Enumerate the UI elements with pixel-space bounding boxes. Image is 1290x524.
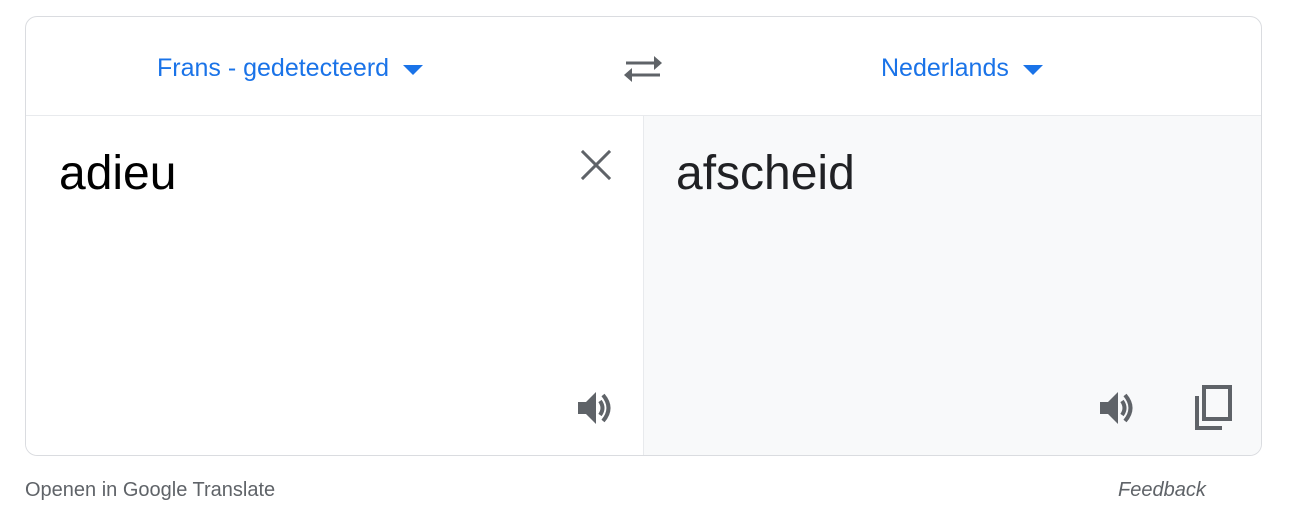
copy-icon [1195, 385, 1232, 430]
clear-source-button[interactable] [577, 146, 617, 186]
swap-languages-button[interactable] [620, 49, 666, 89]
target-language-label: Nederlands [881, 53, 1009, 82]
target-language-select[interactable]: Nederlands [881, 51, 1043, 85]
swap-arrows-icon [624, 56, 662, 82]
copy-translation-button[interactable] [1192, 384, 1236, 430]
result-pane: afscheid [644, 116, 1261, 455]
caret-down-icon [403, 65, 424, 75]
source-language-select[interactable]: Frans - gedetecteerd [157, 51, 424, 85]
close-icon [580, 149, 612, 181]
translate-card: Frans - gedetecteerd Nederlands adieu af… [25, 16, 1262, 456]
speaker-icon [578, 392, 611, 424]
listen-source-button[interactable] [574, 386, 618, 430]
open-in-google-translate-link[interactable]: Openen in Google Translate [25, 479, 275, 502]
speaker-icon [1100, 392, 1133, 424]
caret-down-icon [1022, 65, 1043, 75]
feedback-link[interactable]: Feedback [1118, 479, 1206, 502]
listen-translation-button[interactable] [1096, 386, 1140, 430]
source-language-label: Frans - gedetecteerd [157, 53, 390, 82]
translation-text: afscheid [676, 147, 855, 200]
source-pane[interactable]: adieu [26, 116, 644, 455]
language-bar: Frans - gedetecteerd Nederlands [26, 17, 1261, 116]
source-text-input[interactable]: adieu [59, 144, 176, 204]
